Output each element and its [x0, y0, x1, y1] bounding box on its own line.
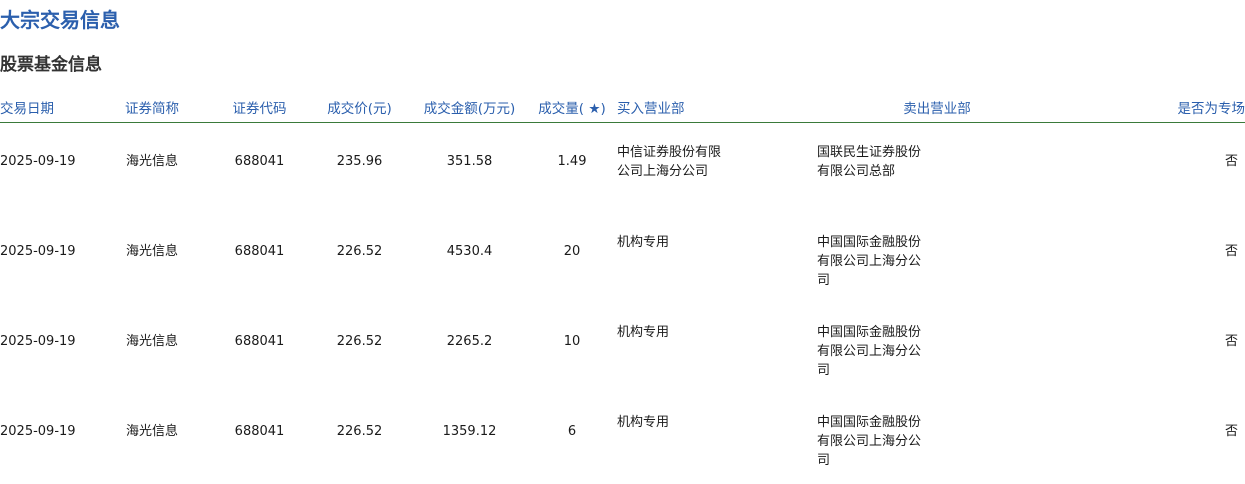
cell-seller-branch: 中国国际金融股份有限公司上海分公司 — [817, 325, 922, 378]
cell-trade-date: 2025-09-19 — [0, 424, 76, 439]
cell-volume: 6 — [567, 424, 577, 439]
header-amount: 成交金额(万元) — [412, 92, 527, 123]
cell-amount: 4530.4 — [446, 244, 493, 259]
cell-price: 226.52 — [336, 244, 383, 259]
cell-buyer-branch: 中信证券股份有限公司上海分公司 — [617, 145, 722, 179]
header-buyer-branch: 买入营业部 — [617, 92, 817, 123]
cell-buyer-branch: 机构专用 — [617, 235, 670, 250]
table-row: 2025-09-19 海光信息 688041 226.52 2265.2 10 … — [0, 303, 1245, 393]
header-security-code: 证券代码 — [212, 92, 307, 123]
cell-price: 226.52 — [336, 424, 383, 439]
cell-security-code: 688041 — [234, 154, 285, 169]
cell-special-session: 否 — [1224, 424, 1238, 439]
cell-price: 235.96 — [336, 154, 383, 169]
cell-volume: 10 — [563, 334, 581, 349]
table-body: 2025-09-19 海光信息 688041 235.96 351.58 1.4… — [0, 123, 1245, 484]
header-volume: 成交量( ★) — [527, 92, 617, 123]
cell-security-code: 688041 — [234, 424, 285, 439]
cell-security-name: 海光信息 — [125, 244, 178, 259]
cell-security-code: 688041 — [234, 334, 285, 349]
cell-price: 226.52 — [336, 334, 383, 349]
section-title: 股票基金信息 — [0, 55, 102, 75]
cell-security-name: 海光信息 — [125, 424, 178, 439]
cell-seller-branch: 中国国际金融股份有限公司上海分公司 — [817, 415, 922, 468]
block-trade-table: 交易日期 证券简称 证券代码 成交价(元) 成交金额(万元) 成交量( ★) 买… — [0, 92, 1245, 483]
cell-trade-date: 2025-09-19 — [0, 244, 76, 259]
cell-buyer-branch: 机构专用 — [617, 325, 670, 340]
header-special-session: 是否为专场 — [1057, 92, 1245, 123]
table-row: 2025-09-19 海光信息 688041 226.52 4530.4 20 … — [0, 213, 1245, 303]
table-header: 交易日期 证券简称 证券代码 成交价(元) 成交金额(万元) 成交量( ★) 买… — [0, 92, 1245, 123]
cell-trade-date: 2025-09-19 — [0, 154, 76, 169]
header-trade-date: 交易日期 — [0, 92, 92, 123]
cell-volume: 20 — [563, 244, 581, 259]
header-security-name: 证券简称 — [92, 92, 212, 123]
header-seller-branch: 卖出营业部 — [817, 92, 1057, 123]
cell-security-name: 海光信息 — [125, 154, 178, 169]
table-row: 2025-09-19 海光信息 688041 235.96 351.58 1.4… — [0, 123, 1245, 214]
cell-security-code: 688041 — [234, 244, 285, 259]
cell-special-session: 否 — [1224, 154, 1238, 169]
cell-volume: 1.49 — [557, 154, 587, 169]
cell-special-session: 否 — [1224, 244, 1238, 259]
cell-seller-branch: 国联民生证券股份有限公司总部 — [817, 145, 922, 179]
header-row: 交易日期 证券简称 证券代码 成交价(元) 成交金额(万元) 成交量( ★) 买… — [0, 92, 1245, 123]
cell-buyer-branch: 机构专用 — [617, 415, 670, 430]
table-row: 2025-09-19 海光信息 688041 226.52 1359.12 6 … — [0, 393, 1245, 483]
cell-trade-date: 2025-09-19 — [0, 334, 76, 349]
cell-special-session: 否 — [1224, 334, 1238, 349]
cell-seller-branch: 中国国际金融股份有限公司上海分公司 — [817, 235, 922, 288]
page-title: 大宗交易信息 — [0, 8, 120, 32]
cell-amount: 1359.12 — [442, 424, 497, 439]
cell-security-name: 海光信息 — [125, 334, 178, 349]
header-price: 成交价(元) — [307, 92, 412, 123]
cell-amount: 351.58 — [446, 154, 493, 169]
cell-amount: 2265.2 — [446, 334, 493, 349]
